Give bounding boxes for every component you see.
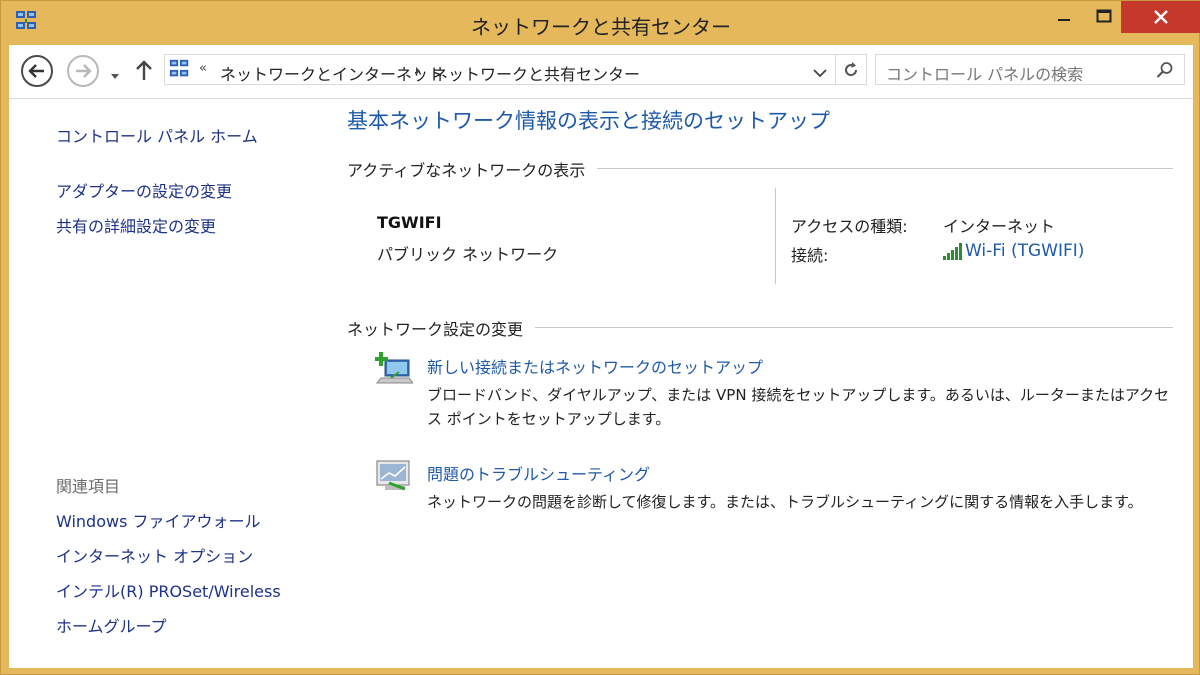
related-internet-options[interactable]: インターネット オプション [56, 543, 253, 567]
chevron-down-icon [813, 69, 827, 78]
refresh-icon [845, 61, 858, 76]
sidebar-advanced-sharing[interactable]: 共有の詳細設定の変更 [56, 213, 216, 237]
title-bar[interactable]: ネットワークと共有センター [1, 1, 1200, 45]
related-proset-wireless[interactable]: インテル(R) PROSet/Wireless [56, 578, 281, 602]
new-connection-description: ブロードバンド、ダイヤルアップ、または VPN 接続をセットアップします。あるい… [427, 386, 1170, 428]
sidebar-adapter-settings[interactable]: アダプターの設定の変更 [56, 178, 232, 202]
page-title: 基本ネットワーク情報の表示と接続のセットアップ [347, 109, 830, 133]
overflow-chevron[interactable]: « [199, 61, 207, 76]
breadcrumb-separator-icon[interactable] [415, 66, 421, 76]
forward-arrow-icon [76, 64, 92, 78]
breadcrumb-sharing-center[interactable]: ネットワークと共有センター [432, 61, 640, 85]
related-firewall[interactable]: Windows ファイアウォール [56, 508, 261, 532]
connection-label: 接続: [791, 246, 829, 265]
address-dropdown-button[interactable] [813, 63, 827, 82]
troubleshoot-icon [375, 459, 413, 493]
vertical-divider [775, 188, 776, 284]
network-name: TGWIFI [377, 213, 442, 232]
search-box[interactable]: コントロール パネルの検索 [875, 54, 1185, 85]
address-bar: « ネットワークとインターネット ネットワークと共有センター コントロール パネ… [9, 45, 1193, 99]
sidebar-control-panel-home[interactable]: コントロール パネル ホーム [56, 123, 258, 147]
network-type-link[interactable]: パブリック ネットワーク [377, 241, 558, 265]
access-type-value: インターネット [943, 217, 1056, 236]
window-title: ネットワークと共有センター [471, 15, 731, 39]
new-connection-icon [374, 352, 415, 386]
content-area: コントロール パネル ホーム アダプターの設定の変更 共有の詳細設定の変更 関連… [9, 99, 1193, 668]
refresh-button[interactable] [836, 54, 867, 85]
change-settings-heading: ネットワーク設定の変更 [347, 316, 536, 340]
window: ネットワークと共有センター « ネットワークとインターネット ネットワークと共有… [0, 0, 1200, 675]
up-button[interactable] [135, 59, 153, 85]
troubleshoot-description: ネットワークの問題を診断して修復します。または、トラブルシューティングに関する情… [427, 493, 1143, 511]
search-icon[interactable] [1156, 61, 1174, 79]
forward-button[interactable] [67, 55, 99, 87]
back-button[interactable] [21, 55, 53, 87]
access-type-label: アクセスの種類: [791, 217, 908, 236]
chevron-down-icon [111, 74, 119, 79]
breadcrumb-network-internet[interactable]: ネットワークとインターネット [220, 61, 444, 85]
new-connection-link[interactable]: 新しい接続またはネットワークのセットアップ [427, 354, 763, 378]
active-networks-heading: アクティブなネットワークの表示 [347, 157, 598, 181]
wifi-connection-text[interactable]: Wi-Fi (TGWIFI) [965, 241, 1084, 261]
minimize-icon [1058, 19, 1070, 21]
control-panel-icon [169, 58, 191, 80]
wifi-connection-link[interactable]: Wi-Fi (TGWIFI) [943, 241, 1084, 261]
troubleshoot-link[interactable]: 問題のトラブルシューティング [427, 461, 650, 485]
address-path[interactable]: « ネットワークとインターネット ネットワークと共有センター [164, 54, 836, 85]
up-arrow-icon [136, 60, 152, 80]
recent-locations-button[interactable] [110, 65, 120, 84]
close-button[interactable] [1121, 1, 1200, 33]
related-homegroup[interactable]: ホームグループ [56, 613, 167, 637]
search-input[interactable]: コントロール パネルの検索 [886, 61, 1083, 85]
wifi-signal-icon [943, 243, 962, 260]
related-heading: 関連項目 [56, 477, 121, 496]
close-icon [1154, 10, 1168, 24]
maximize-icon [1096, 9, 1112, 23]
back-arrow-icon [28, 64, 44, 78]
